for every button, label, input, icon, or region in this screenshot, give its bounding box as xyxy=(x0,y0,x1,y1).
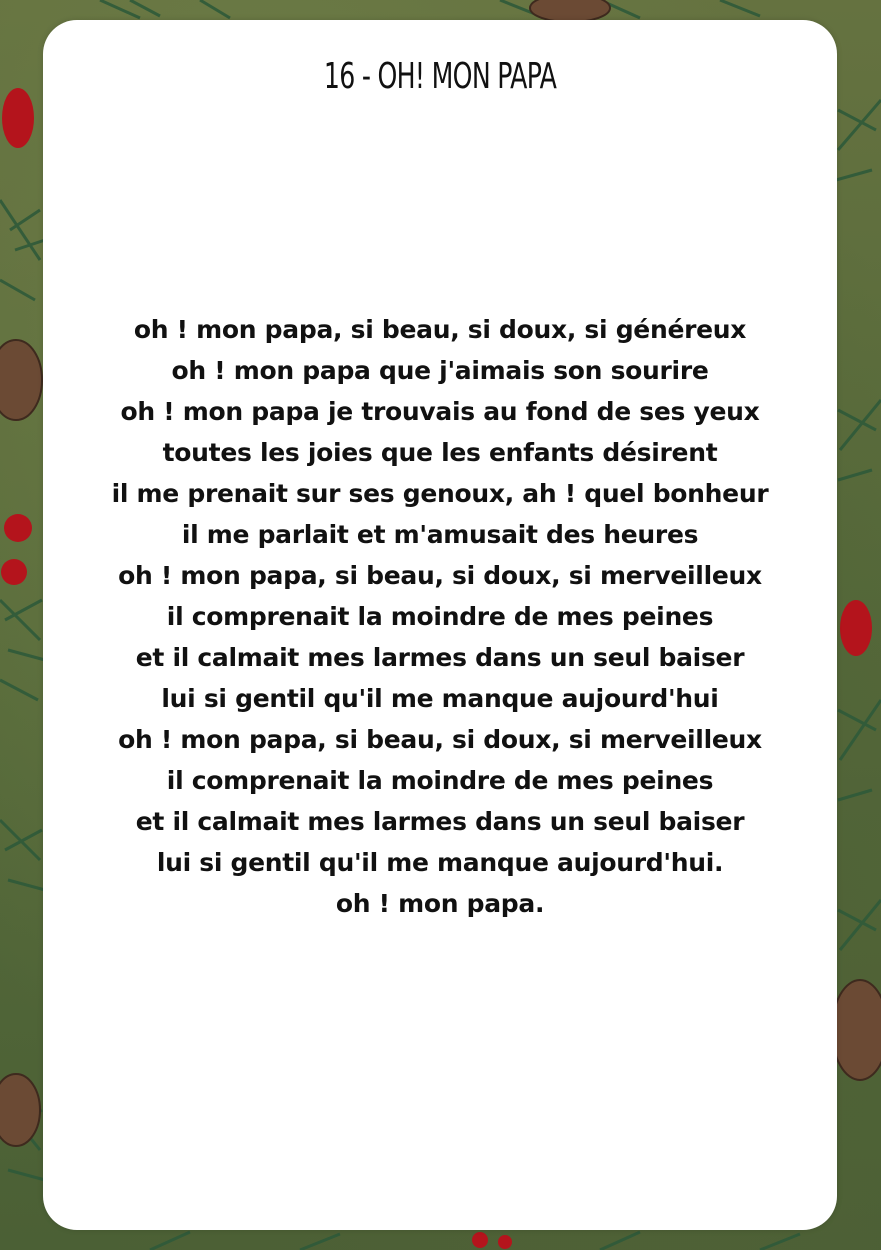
lyric-line: oh ! mon papa, si beau, si doux, si merv… xyxy=(118,561,762,590)
lyric-line: oh ! mon papa, si beau, si doux, si géné… xyxy=(133,315,747,344)
lyric-line: il me parlait et m'amusait des heures xyxy=(181,520,699,549)
lyric-line: oh ! mon papa. xyxy=(335,889,545,918)
lyric-line: oh ! mon papa je trouvais au fond de ses… xyxy=(120,397,760,426)
lyric-line: et il calmait mes larmes dans un seul ba… xyxy=(135,643,745,672)
lyric-line: lui si gentil qu'il me manque aujourd'hu… xyxy=(161,684,719,713)
lyric-line: il comprenait la moindre de mes peines xyxy=(166,766,714,795)
pine-branch-icon xyxy=(835,99,881,951)
lyric-line: lui si gentil qu'il me manque aujourd'hu… xyxy=(156,848,724,877)
lyrics-text: oh ! mon papa, si beau, si doux, si géné… xyxy=(43,309,837,924)
lyric-line: oh ! mon papa, si beau, si doux, si merv… xyxy=(118,725,762,754)
lyrics-card: 16 - OH! MON PAPA oh ! mon papa, si beau… xyxy=(43,20,837,1230)
page-title: 16 - OH! MON PAPA xyxy=(323,56,557,97)
lyric-line: et il calmait mes larmes dans un seul ba… xyxy=(135,807,745,836)
lyric-line: il me prenait sur ses genoux, ah ! quel … xyxy=(111,479,769,508)
lyric-line: toutes les joies que les enfants désiren… xyxy=(162,438,718,467)
lyric-line: oh ! mon papa que j'aimais son sourire xyxy=(171,356,709,385)
lyric-line: il comprenait la moindre de mes peines xyxy=(166,602,714,631)
